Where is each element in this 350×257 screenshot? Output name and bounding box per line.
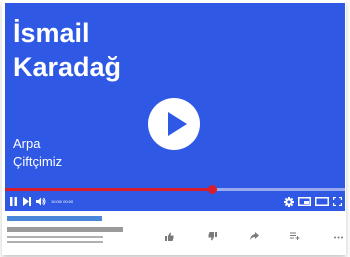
subtitle-line-2: Çiftçimiz xyxy=(13,154,63,169)
add-to-playlist-icon[interactable] xyxy=(290,232,300,240)
video-subtitle-overlay: Arpa Çiftçimiz xyxy=(13,135,62,171)
video-info-placeholder-2 xyxy=(7,241,103,243)
more-icon[interactable] xyxy=(334,236,343,239)
video-title-overlay: İsmail Karadağ xyxy=(13,16,121,84)
share-icon[interactable] xyxy=(250,232,259,240)
video-player[interactable]: İsmail Karadağ Arpa Çiftçimiz 10:00/ 00:… xyxy=(5,3,345,211)
progress-scrubber[interactable] xyxy=(208,185,218,194)
video-title-placeholder xyxy=(7,216,102,221)
thumbs-down-icon[interactable] xyxy=(208,232,217,241)
subtitle-line-1: Arpa xyxy=(13,136,41,151)
video-info-placeholder xyxy=(7,236,103,238)
title-line-1: İsmail xyxy=(13,18,90,48)
play-button[interactable] xyxy=(148,98,200,150)
thumbs-up-icon[interactable] xyxy=(165,232,174,241)
progress-bar[interactable] xyxy=(5,185,345,194)
miniplayer-icon[interactable] xyxy=(298,197,311,206)
next-icon[interactable] xyxy=(23,197,31,206)
time-display: 10:00/ 00:00 xyxy=(51,199,74,204)
progress-played xyxy=(5,188,213,191)
theater-icon[interactable] xyxy=(315,197,329,206)
play-icon xyxy=(168,112,187,136)
fullscreen-icon[interactable] xyxy=(333,197,342,206)
title-line-2: Karadağ xyxy=(13,52,122,82)
volume-icon[interactable] xyxy=(36,197,46,206)
pause-icon[interactable] xyxy=(10,197,17,206)
channel-name-placeholder xyxy=(7,227,123,232)
gear-icon[interactable] xyxy=(284,197,294,207)
